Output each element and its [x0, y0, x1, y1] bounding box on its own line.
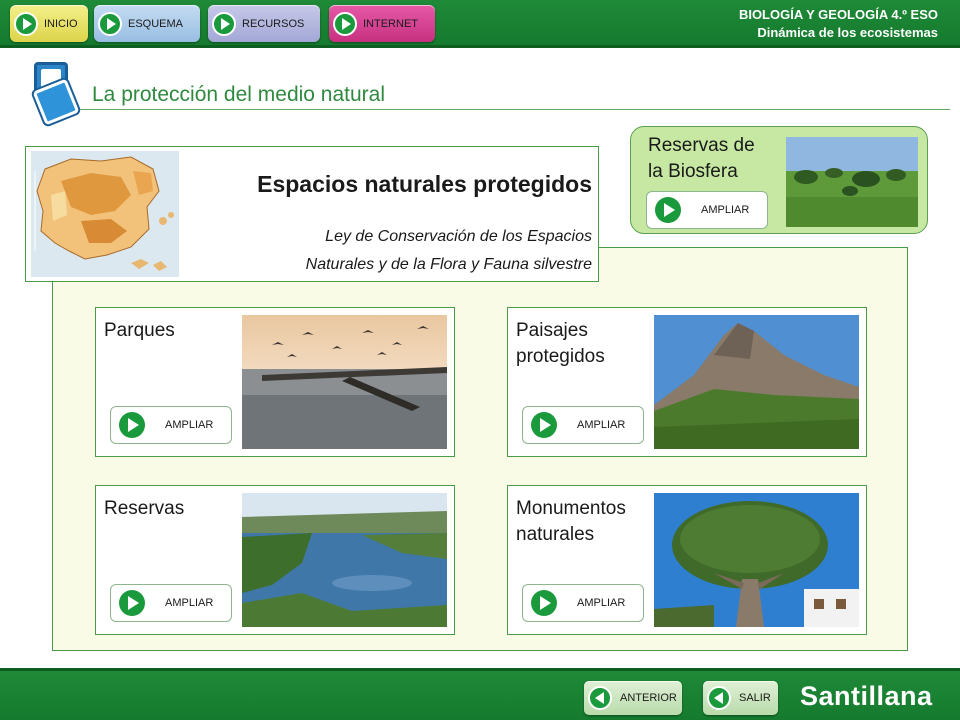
- nav-internet-button[interactable]: INTERNET: [329, 5, 435, 42]
- ampliar-label: AMPLIAR: [701, 204, 750, 216]
- anterior-button[interactable]: ANTERIOR: [584, 681, 682, 715]
- ampliar-label: AMPLIAR: [165, 419, 214, 431]
- play-icon: [14, 11, 38, 36]
- law-text-line1: Ley de Conservación de los Espacios: [325, 228, 592, 245]
- ampliar-label: AMPLIAR: [577, 419, 626, 431]
- header-card: Espacios naturales protegidos Ley de Con…: [25, 146, 599, 282]
- nav-recursos-button[interactable]: RECURSOS: [208, 5, 320, 42]
- nav-inicio-label: INICIO: [44, 17, 78, 30]
- card-paisajes-protegidos: Paisajes protegidos AMPLIAR: [507, 307, 867, 457]
- play-icon: [531, 590, 557, 616]
- section-title: La protección del medio natural: [92, 83, 386, 106]
- nav-esquema-button[interactable]: ESQUEMA: [94, 5, 200, 42]
- card-reservas: Reservas AMPLIAR: [95, 485, 455, 635]
- nav-internet-label: INTERNET: [363, 17, 418, 30]
- flamingos-photo: [242, 315, 447, 449]
- salir-label: SALIR: [739, 692, 771, 704]
- section-divider: [80, 109, 950, 110]
- nav-inicio-button[interactable]: INICIO: [10, 5, 88, 42]
- mountain-photo: [654, 315, 859, 449]
- anterior-label: ANTERIOR: [620, 692, 677, 704]
- card-title-line2: protegidos: [516, 346, 605, 367]
- paisajes-ampliar-button[interactable]: AMPLIAR: [522, 406, 644, 444]
- course-info: BIOLOGÍA Y GEOLOGÍA 4.º ESO Dinámica de …: [739, 6, 938, 42]
- card-paisajes-title: Paisajes protegidos: [516, 318, 605, 370]
- play-icon: [98, 11, 122, 36]
- play-icon: [531, 412, 557, 438]
- wetland-photo: [242, 493, 447, 627]
- play-icon: [119, 590, 145, 616]
- card-title-line1: Parques: [104, 320, 175, 341]
- biosphere-title-line2: la Biosfera: [648, 161, 738, 182]
- reservas-ampliar-button[interactable]: AMPLIAR: [110, 584, 232, 622]
- play-icon: [212, 11, 236, 36]
- card-monumentos-title: Monumentos naturales: [516, 496, 626, 548]
- law-text: Ley de Conservación de los Espacios Natu…: [172, 223, 592, 279]
- play-icon: [655, 197, 681, 223]
- play-icon: [119, 412, 145, 438]
- salir-button[interactable]: SALIR: [703, 681, 778, 715]
- play-icon: [333, 11, 357, 36]
- top-navigation-bar: INICIO ESQUEMA RECURSOS INTERNET BIOLOGÍ…: [0, 0, 960, 48]
- card-parques-title: Parques: [104, 318, 175, 344]
- section-icon: [30, 62, 80, 126]
- parques-ampliar-button[interactable]: AMPLIAR: [110, 406, 232, 444]
- dragon-tree-photo: [654, 493, 859, 627]
- bottom-navigation-bar: ANTERIOR SALIR Santillana: [0, 668, 960, 720]
- santillana-logo: Santillana: [800, 681, 933, 711]
- law-text-line2: Naturales y de la Flora y Fauna silvestr…: [305, 256, 592, 273]
- card-title-line2: naturales: [516, 524, 595, 545]
- card-title-line1: Monumentos: [516, 498, 626, 519]
- course-subject: BIOLOGÍA Y GEOLOGÍA 4.º ESO: [738, 7, 938, 22]
- nav-esquema-label: ESQUEMA: [128, 17, 184, 30]
- ampliar-label: AMPLIAR: [577, 597, 626, 609]
- ampliar-label: AMPLIAR: [165, 597, 214, 609]
- nav-recursos-label: RECURSOS: [242, 17, 305, 30]
- course-unit: Dinámica de los ecosistemas: [757, 25, 938, 40]
- card-parques: Parques AMPLIAR: [95, 307, 455, 457]
- card-title-line1: Paisajes: [516, 320, 588, 341]
- card-reservas-title: Reservas: [104, 496, 184, 522]
- biosphere-card: Reservas de la Biosfera AMPLIAR: [630, 126, 928, 234]
- dehesa-photo: [786, 137, 918, 227]
- back-arrow-icon: [588, 686, 612, 710]
- biosphere-title-line1: Reservas de: [648, 135, 755, 156]
- card-monumentos-naturales: Monumentos naturales AMPLIAR: [507, 485, 867, 635]
- spain-map-image: [31, 151, 179, 277]
- biosphere-title: Reservas de la Biosfera: [648, 133, 755, 185]
- monumentos-ampliar-button[interactable]: AMPLIAR: [522, 584, 644, 622]
- back-arrow-icon: [707, 686, 731, 710]
- card-title-line1: Reservas: [104, 498, 185, 519]
- biosphere-ampliar-button[interactable]: AMPLIAR: [646, 191, 768, 229]
- header-title: Espacios naturales protegidos: [257, 171, 592, 197]
